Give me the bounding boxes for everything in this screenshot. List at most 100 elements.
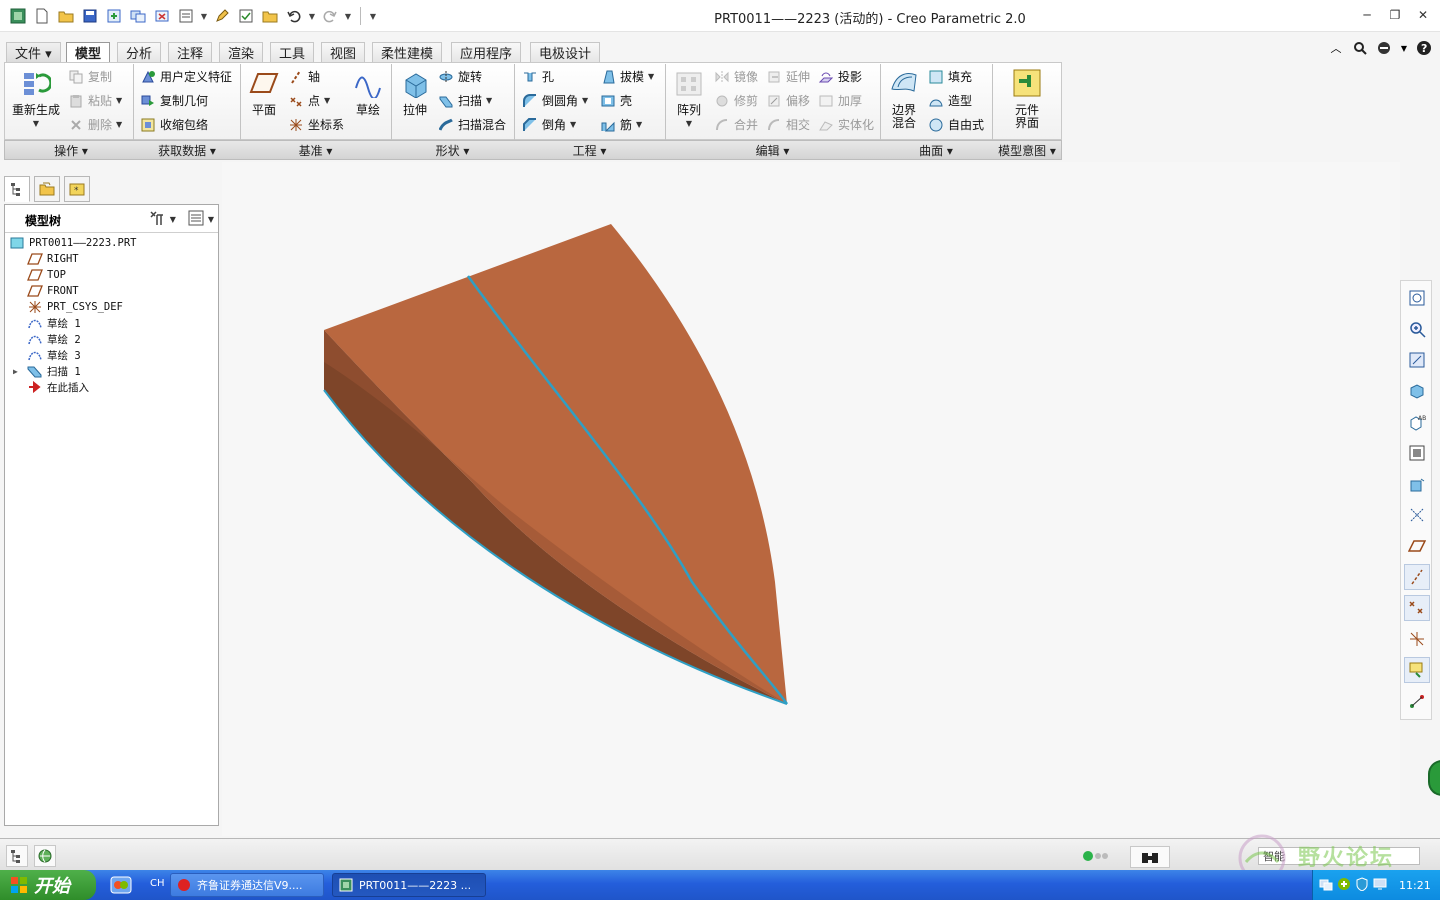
network-icon[interactable] (1319, 877, 1333, 894)
saved-views-icon[interactable] (1404, 378, 1430, 404)
rib-dropdown-icon[interactable]: ▼ (636, 120, 642, 129)
tree-item-sketch-3[interactable]: 草绘 3 (27, 347, 81, 363)
window-list-icon[interactable] (176, 6, 196, 26)
spin-center-icon[interactable] (1404, 502, 1430, 528)
coordinate-system-button[interactable]: 坐标系 (288, 116, 344, 133)
tree-settings-icon[interactable] (148, 209, 166, 230)
chamfer-button[interactable]: 倒角 ▼ (522, 116, 576, 133)
tree-item-insert-here[interactable]: 在此插入 (27, 379, 89, 395)
boundary-blend-button[interactable]: 边界混合 (886, 66, 922, 130)
group-get-data[interactable]: 获取数据 ▾ (134, 142, 240, 159)
copy-geometry-button[interactable]: 复制几何 (140, 92, 208, 109)
round-dropdown-icon[interactable]: ▼ (582, 96, 588, 105)
tree-filter-icon[interactable] (188, 210, 204, 229)
save-icon[interactable] (80, 6, 100, 26)
point-dropdown-icon[interactable]: ▼ (324, 96, 330, 105)
minimize-icon[interactable]: ─ (1358, 6, 1376, 24)
windows-icon[interactable] (128, 6, 148, 26)
chevron-down-icon[interactable]: ▼ (200, 6, 208, 26)
regenerate-icon[interactable] (104, 6, 124, 26)
model-tree-tab[interactable] (4, 176, 30, 202)
paste-dropdown-icon[interactable]: ▼ (116, 96, 122, 105)
style-button[interactable]: 造型 (928, 92, 972, 109)
pattern-dropdown-icon[interactable]: ▼ (686, 117, 692, 130)
redo-icon[interactable] (320, 6, 340, 26)
undo-dropdown-icon[interactable]: ▼ (308, 6, 316, 26)
revolve-button[interactable]: 旋转 (438, 68, 482, 85)
tab-render[interactable]: 渲染 (219, 42, 264, 62)
fill-button[interactable]: 填充 (928, 68, 972, 85)
csys-display-icon[interactable] (1404, 626, 1430, 652)
community-dropdown-icon[interactable]: ▼ (1400, 40, 1408, 56)
zoom-out-icon[interactable] (1404, 347, 1430, 373)
folder-icon[interactable] (260, 6, 280, 26)
group-datum[interactable]: 基准 ▾ (240, 142, 391, 159)
tree-settings-dropdown-icon[interactable]: ▼ (170, 215, 176, 224)
show-navigator-icon[interactable] (6, 845, 28, 867)
group-editing[interactable]: 编辑 ▾ (665, 142, 880, 159)
shell-button[interactable]: 壳 (600, 92, 632, 109)
sweep-button[interactable]: 扫描 ▼ (438, 92, 492, 109)
plane-display-icon[interactable] (1404, 533, 1430, 559)
show-browser-icon[interactable] (34, 845, 56, 867)
taskbar-item-creo[interactable]: PRT0011——2223 ... (332, 873, 486, 897)
rib-button[interactable]: 筋 ▼ (600, 116, 642, 133)
point-button[interactable]: 点 ▼ (288, 92, 330, 109)
tab-annotate[interactable]: 注释 (168, 42, 213, 62)
thicken-button[interactable]: 加厚 (818, 92, 862, 109)
language-indicator[interactable]: CH (150, 878, 165, 889)
start-button[interactable]: 开始 (0, 870, 96, 900)
axis-display-icon[interactable] (1404, 564, 1430, 590)
tree-filter-dropdown-icon[interactable]: ▼ (208, 215, 214, 224)
tree-item-sketch-2[interactable]: 草绘 2 (27, 331, 81, 347)
offset-button[interactable]: 偏移 (766, 92, 810, 109)
regenerate-button[interactable]: 重新生成 ▼ (10, 66, 62, 130)
tab-view[interactable]: 视图 (321, 42, 366, 62)
group-surfaces[interactable]: 曲面 ▾ (880, 142, 992, 159)
chamfer-dropdown-icon[interactable]: ▼ (570, 120, 576, 129)
tree-item-top[interactable]: TOP (27, 267, 66, 283)
search-icon[interactable] (1352, 40, 1368, 56)
solidify-button[interactable]: 实体化 (818, 116, 874, 133)
tab-electrode-design[interactable]: 电极设计 (530, 42, 601, 62)
tab-analysis[interactable]: 分析 (117, 42, 162, 62)
mirror-button[interactable]: 镜像 (714, 68, 758, 85)
extrude-button[interactable]: 拉伸 (398, 66, 432, 117)
find-icon[interactable] (1130, 846, 1170, 868)
tree-item-sketch-1[interactable]: 草绘 1 (27, 315, 81, 331)
edit-icon[interactable] (212, 6, 232, 26)
draft-dropdown-icon[interactable]: ▼ (648, 72, 654, 81)
tree-item-right[interactable]: RIGHT (27, 251, 79, 267)
sweep-dropdown-icon[interactable]: ▼ (486, 96, 492, 105)
tree-item-csys[interactable]: PRT_CSYS_DEF (27, 299, 123, 315)
swept-blend-button[interactable]: 扫描混合 (438, 116, 506, 133)
copy-button[interactable]: 复制 (68, 68, 112, 85)
component-interface-button[interactable]: 元件界面 (1006, 66, 1048, 130)
open-folder-icon[interactable] (56, 6, 76, 26)
round-button[interactable]: 倒圆角 ▼ (522, 92, 588, 109)
tree-item-sweep-1[interactable]: ▶ 扫描 1 (13, 363, 81, 379)
delete-button[interactable]: 删除 ▼ (68, 116, 122, 133)
tree-item-part[interactable]: PRT0011——2223.PRT (9, 235, 136, 251)
model-render[interactable] (222, 162, 1400, 836)
merge-button[interactable]: 合并 (714, 116, 758, 133)
regenerate-dropdown-icon[interactable]: ▼ (33, 117, 39, 130)
collapse-ribbon-icon[interactable]: ︿ (1328, 40, 1344, 56)
shield-icon[interactable] (1355, 876, 1369, 894)
expand-arrow-icon[interactable]: ▶ (13, 367, 23, 376)
favorites-tab[interactable]: * (64, 176, 90, 202)
tab-tools[interactable]: 工具 (270, 42, 315, 62)
tab-flexible-modeling[interactable]: 柔性建模 (372, 42, 443, 62)
point-display-icon[interactable] (1404, 595, 1430, 621)
tray-app-icon[interactable] (1337, 877, 1351, 894)
group-operations[interactable]: 操作 ▾ (8, 142, 134, 159)
community-icon[interactable] (1376, 40, 1392, 56)
sketch-button[interactable]: 草绘 (350, 66, 386, 117)
help-icon[interactable]: ? (1416, 40, 1432, 56)
user-defined-feature-button[interactable]: 用户定义特征 (140, 68, 232, 85)
shrinkwrap-button[interactable]: 收缩包络 (140, 116, 208, 133)
graphics-window[interactable] (222, 162, 1400, 836)
axis-button[interactable]: 轴 (288, 68, 320, 85)
plane-button[interactable]: 平面 (246, 66, 282, 117)
taskbar-item-stock-app[interactable]: 齐鲁证券通达信V9.... (170, 873, 324, 897)
